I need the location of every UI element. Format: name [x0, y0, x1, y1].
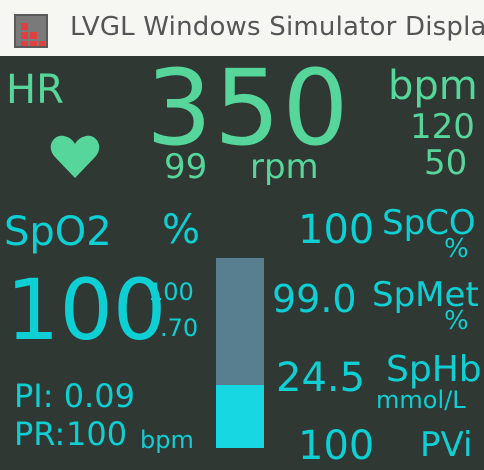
spmet-unit: %: [444, 306, 469, 336]
hr-unit: bpm: [388, 63, 478, 109]
hr-limit-high: 120: [410, 107, 475, 147]
lvgl-app-icon: [14, 14, 48, 48]
rpm-unit: rpm: [250, 147, 319, 187]
hr-value: 350: [146, 47, 351, 169]
pr-value: 100: [66, 415, 128, 453]
sphb-label: SpHb: [386, 349, 482, 390]
signal-bar-fill: [216, 385, 264, 448]
spmet-value: 99.0: [272, 277, 357, 321]
pi-readout: PI: 0.09: [14, 377, 135, 415]
spco-unit: %: [444, 234, 469, 264]
window-title: LVGL Windows Simulator Display: [70, 12, 484, 42]
spco-value: 100: [298, 207, 375, 253]
spo2-unit: %: [162, 207, 201, 253]
sphb-unit: mmol/L: [376, 386, 466, 414]
spo2-value: 100: [6, 261, 167, 359]
heart-icon: [50, 135, 100, 178]
pr-label: PR:: [14, 415, 66, 453]
pr-unit: bpm: [140, 426, 194, 454]
pvi-value: 100: [298, 423, 375, 469]
rpm-value: 99: [164, 147, 208, 187]
spo2-limit-low: .70: [160, 314, 199, 342]
simulator-window: LVGL Windows Simulator Display HR 350 bp…: [0, 0, 484, 470]
hr-limit-low: 50: [424, 143, 468, 183]
monitor-display: HR 350 bpm 120 50 99 rpm SpO2 % 100 SpCO…: [0, 56, 484, 470]
hr-label: HR: [6, 67, 64, 113]
spo2-label: SpO2: [4, 209, 112, 255]
spo2-limit-high: 100: [148, 278, 194, 306]
pvi-label: PVi: [420, 425, 473, 465]
sphb-value: 24.5: [276, 355, 366, 401]
